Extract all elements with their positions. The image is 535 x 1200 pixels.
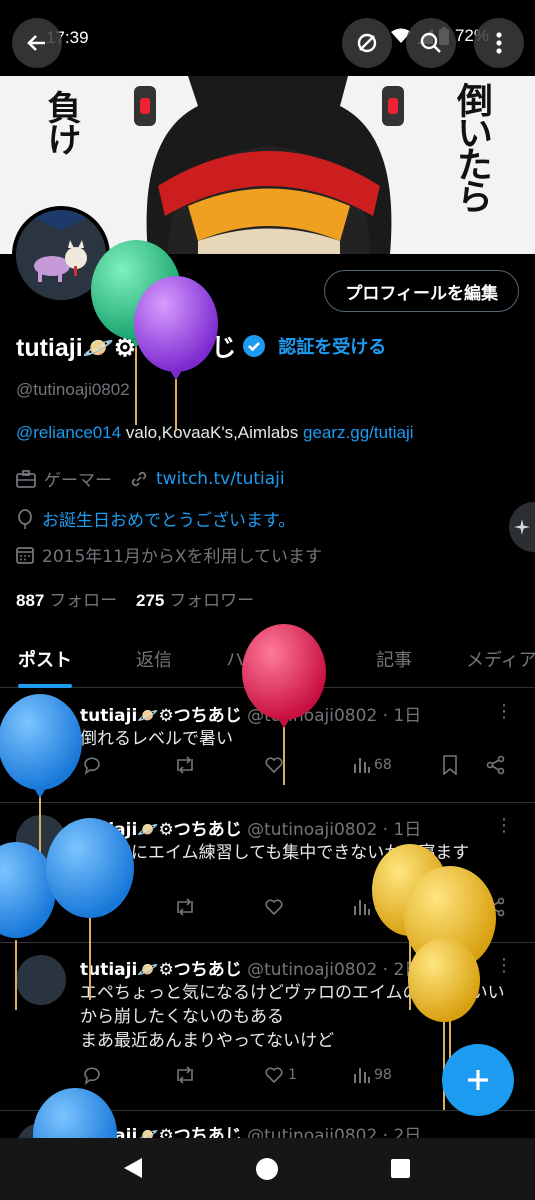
banner-text-right: 倒いたら xyxy=(451,82,492,210)
balloon-red xyxy=(242,624,326,785)
compose-post-button[interactable] xyxy=(442,1044,514,1116)
back-button[interactable] xyxy=(12,18,62,68)
balloon-blue xyxy=(46,818,134,1000)
nav-back-icon[interactable] xyxy=(124,1158,142,1178)
balloon-purple xyxy=(134,276,218,430)
refresh-icon xyxy=(357,33,377,53)
banner-helmet-illustration xyxy=(134,76,404,254)
banner-text-left: 負け xyxy=(41,90,81,154)
nav-recents-icon[interactable] xyxy=(391,1159,410,1178)
more-vert-icon xyxy=(496,32,502,54)
system-navigation-bar xyxy=(0,1138,535,1200)
balloon-blue xyxy=(33,1088,117,1140)
nav-home-icon[interactable] xyxy=(256,1158,278,1180)
plus-icon xyxy=(468,1070,488,1090)
more-options-button[interactable] xyxy=(474,18,524,68)
birthday-balloons-overlay xyxy=(0,240,496,1140)
search-button[interactable] xyxy=(406,18,456,68)
arrow-left-icon xyxy=(27,35,45,51)
search-icon xyxy=(420,32,441,53)
refresh-button[interactable] xyxy=(342,18,392,68)
